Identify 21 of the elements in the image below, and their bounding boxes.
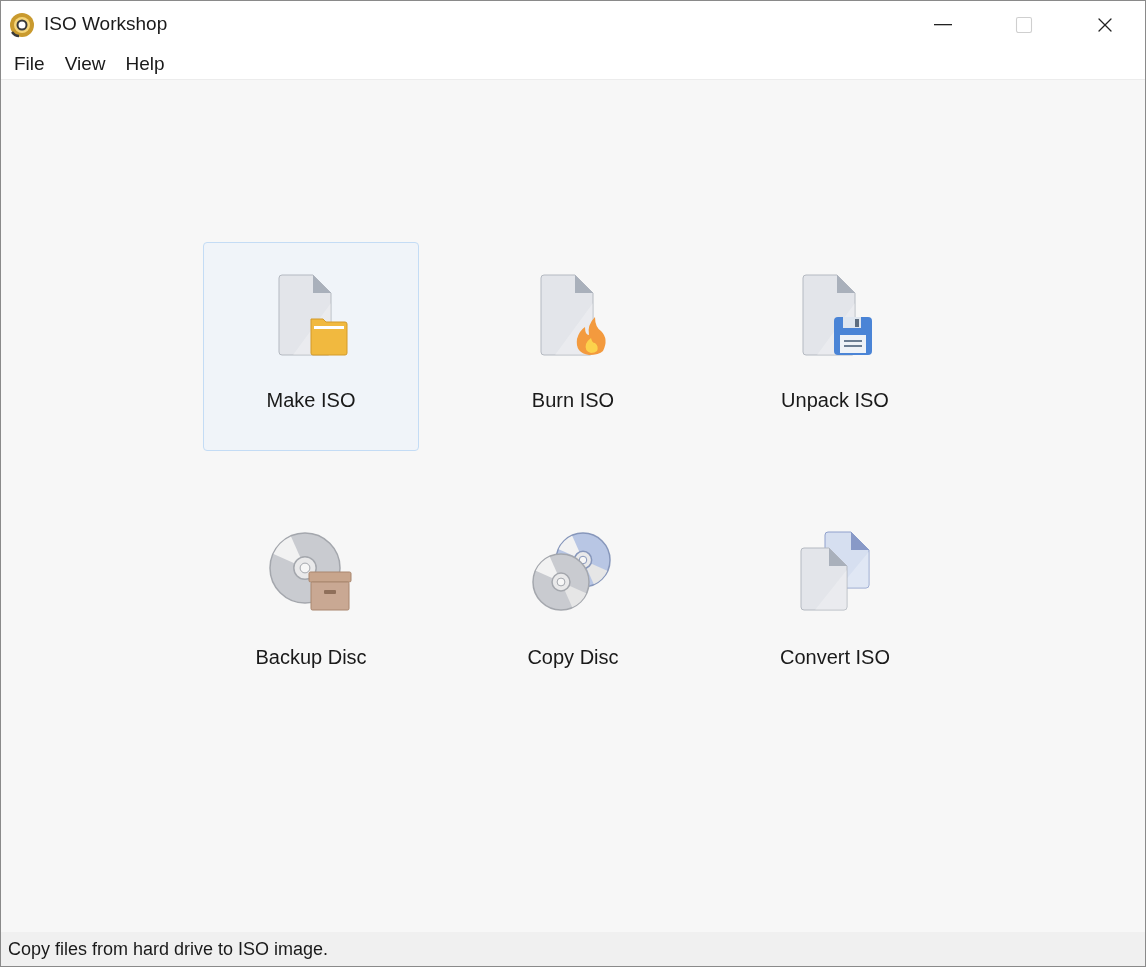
tile-label: Convert ISO <box>779 645 890 670</box>
tool-tile[interactable]: Copy Disc <box>465 499 681 708</box>
tile-label: Unpack ISO <box>781 388 889 413</box>
tool-tile[interactable]: Burn ISO <box>465 242 681 451</box>
tile-label: Backup Disc <box>255 645 367 670</box>
tile-label: Burn ISO <box>531 388 615 413</box>
disc-box-icon <box>269 530 353 614</box>
menu-item[interactable]: View <box>54 49 116 78</box>
tool-tile[interactable]: Unpack ISO <box>727 242 943 451</box>
tool-tile[interactable]: Make ISO <box>203 242 419 451</box>
status-text: Copy files from hard drive to ISO image. <box>8 937 329 961</box>
menu-item[interactable]: Help <box>115 49 175 78</box>
app-logo-icon <box>9 11 35 38</box>
maximize-icon <box>1013 14 1034 35</box>
tile-label: Make ISO <box>266 388 356 413</box>
tile-label: Copy Disc <box>527 645 619 670</box>
tool-tile[interactable]: Convert ISO <box>727 499 943 708</box>
tool-tile[interactable]: Backup Disc <box>203 499 419 708</box>
menu-item[interactable]: File <box>4 49 55 78</box>
window-title: ISO Workshop <box>44 12 168 37</box>
minimize-icon <box>933 23 952 26</box>
